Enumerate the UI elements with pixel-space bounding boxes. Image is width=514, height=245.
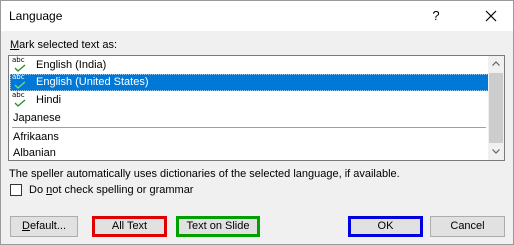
list-item-label: Japanese bbox=[13, 112, 61, 124]
list-item-english-united-states[interactable]: abc English (United States) bbox=[10, 73, 489, 91]
ok-button[interactable]: OK bbox=[348, 216, 423, 237]
help-button[interactable]: ? bbox=[426, 7, 446, 25]
list-scrollbar[interactable] bbox=[488, 56, 504, 160]
all-text-button[interactable]: All Text bbox=[92, 216, 167, 237]
list-item-english-india[interactable]: abc English (India) bbox=[10, 56, 489, 74]
list-item-label: Hindi bbox=[36, 94, 62, 106]
list-item-albanian[interactable]: Albanian bbox=[10, 145, 489, 160]
language-dialog: Language ? Mark selected text as: abc En… bbox=[0, 0, 514, 245]
language-listbox[interactable]: abc English (India) abc English (United … bbox=[8, 55, 505, 161]
scroll-up-button[interactable] bbox=[488, 56, 504, 72]
list-item-label: Albanian bbox=[13, 147, 56, 159]
scroll-thumb[interactable] bbox=[489, 73, 503, 143]
no-spellcheck-label[interactable]: Do not check spelling or grammar bbox=[29, 184, 193, 196]
cancel-button[interactable]: Cancel bbox=[430, 216, 505, 237]
close-icon bbox=[485, 10, 497, 22]
spellcheck-icon: abc bbox=[12, 91, 30, 109]
speller-info-text: The speller automatically uses dictionar… bbox=[9, 168, 400, 180]
list-item-label: English (United States) bbox=[36, 76, 149, 88]
list-item-japanese[interactable]: Japanese bbox=[10, 110, 489, 127]
chevron-up-icon bbox=[492, 61, 500, 66]
spellcheck-icon: abc bbox=[12, 73, 30, 91]
list-item-hindi[interactable]: abc Hindi bbox=[10, 91, 489, 109]
text-on-slide-button[interactable]: Text on Slide bbox=[176, 216, 260, 237]
list-separator bbox=[12, 127, 486, 128]
spellcheck-icon: abc bbox=[12, 56, 30, 74]
close-button[interactable] bbox=[479, 6, 503, 26]
list-item-label: Afrikaans bbox=[13, 131, 59, 143]
language-list-label: Mark selected text as: bbox=[10, 39, 117, 51]
scroll-down-button[interactable] bbox=[488, 144, 504, 160]
no-spellcheck-checkbox[interactable] bbox=[10, 184, 22, 196]
list-item-label: English (India) bbox=[36, 59, 107, 71]
chevron-down-icon bbox=[492, 149, 500, 154]
dialog-title: Language bbox=[9, 9, 63, 23]
title-bar: Language ? bbox=[1, 1, 513, 31]
list-item-afrikaans[interactable]: Afrikaans bbox=[10, 129, 489, 146]
default-button[interactable]: Default... bbox=[10, 216, 78, 237]
